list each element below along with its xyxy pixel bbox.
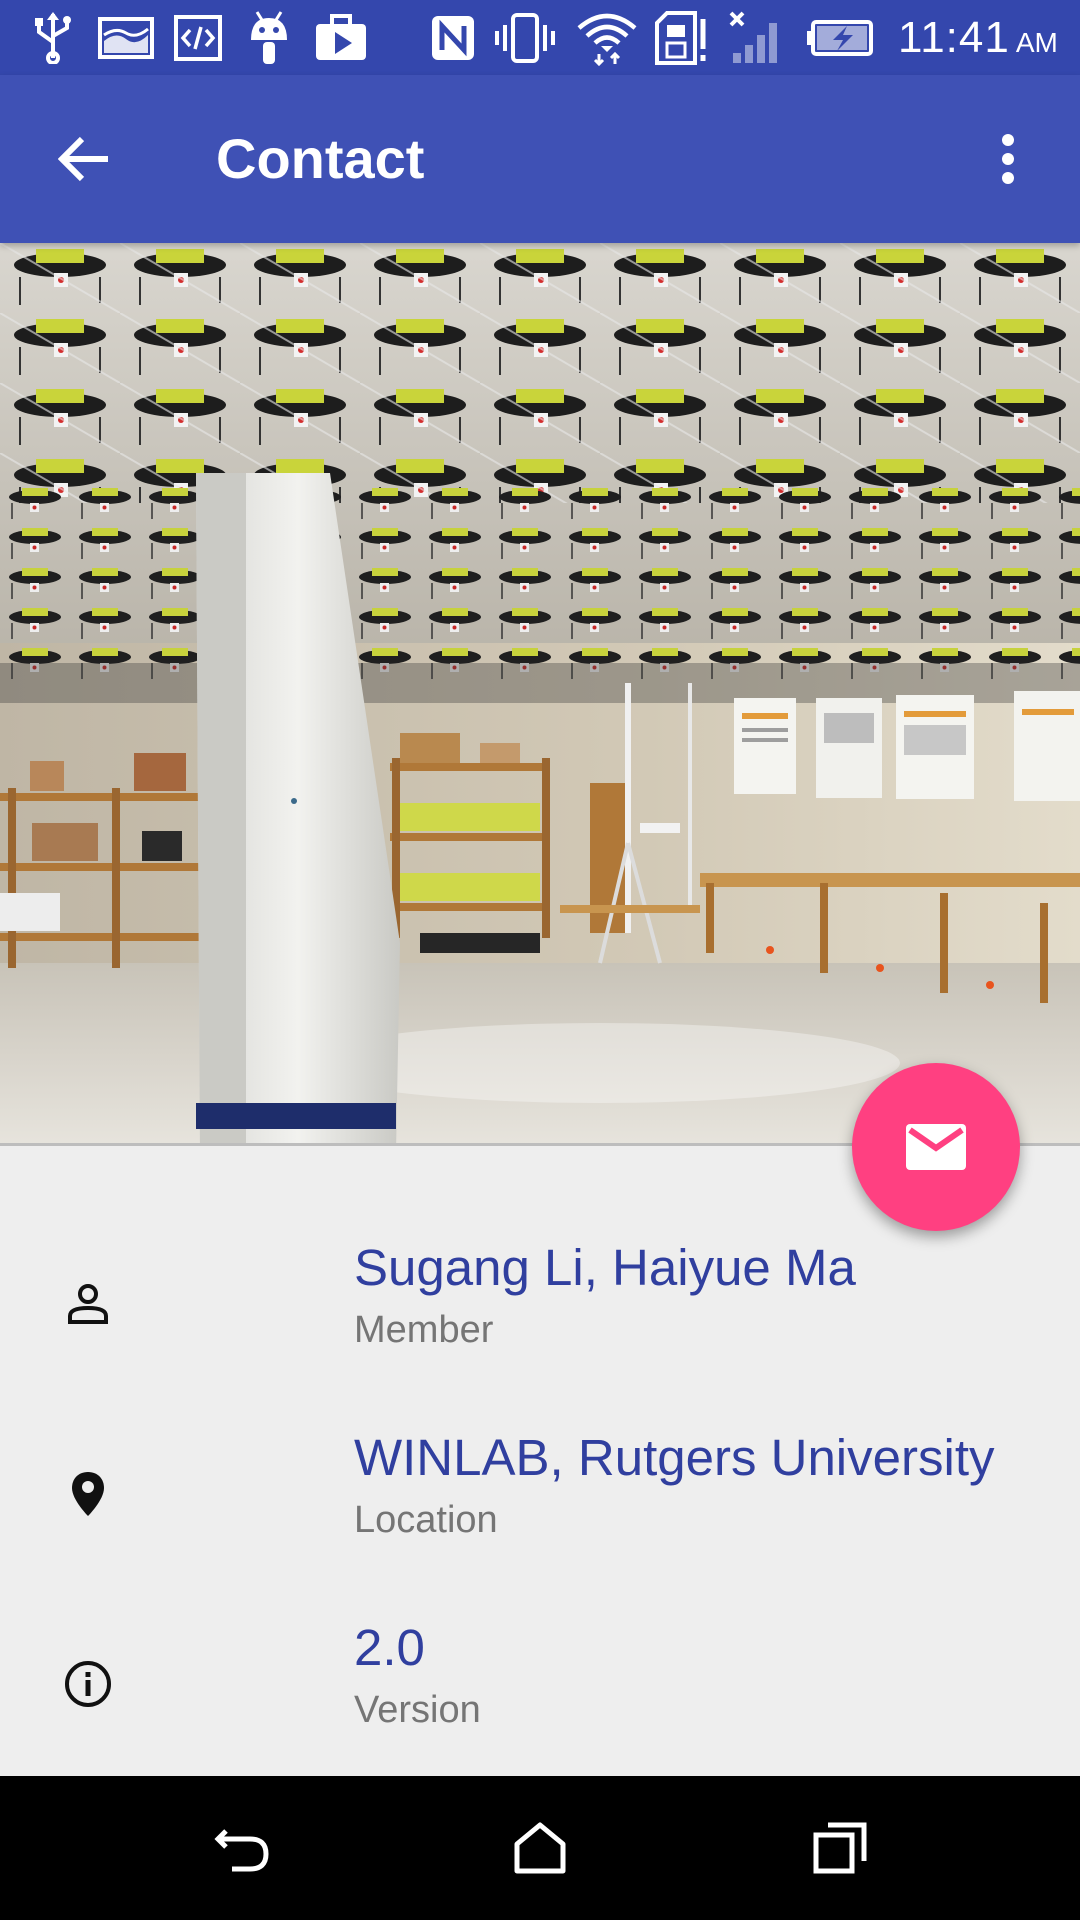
wifi-icon xyxy=(574,10,640,66)
image-icon xyxy=(96,10,156,66)
contact-info-list: Sugang Li, Haiyue Ma Member WINLAB, Rutg… xyxy=(0,1146,1080,1776)
member-value: Sugang Li, Haiyue Ma xyxy=(354,1239,856,1296)
version-label: Version xyxy=(354,1689,481,1731)
battery-charging-icon xyxy=(804,10,876,66)
back-nav-icon xyxy=(214,1829,269,1872)
overflow-menu-button[interactable] xyxy=(972,119,1044,199)
nav-recents-button[interactable] xyxy=(792,1808,888,1888)
clock-ampm: AM xyxy=(1015,27,1058,58)
page-title: Contact xyxy=(216,127,425,190)
email-fab-button[interactable] xyxy=(852,1063,1020,1231)
sd-card-alert-icon xyxy=(654,10,710,66)
contact-screen: 11:41 AM Contact Sugang Li, Haiyue Ma Me… xyxy=(0,0,1080,1920)
nfc-icon xyxy=(428,10,478,66)
usb-icon xyxy=(28,10,78,66)
vibrate-icon xyxy=(494,10,556,66)
no-signal-icon xyxy=(726,10,786,66)
arrow-back-icon xyxy=(58,136,108,182)
info-icon xyxy=(56,1652,120,1716)
location-pin-icon xyxy=(56,1462,120,1526)
member-row: Sugang Li, Haiyue Ma Member xyxy=(0,1236,1080,1416)
email-icon xyxy=(906,1124,966,1170)
nav-home-button[interactable] xyxy=(492,1808,588,1888)
android-icon xyxy=(244,10,294,66)
person-icon xyxy=(56,1272,120,1336)
system-nav-bar xyxy=(0,1776,1080,1920)
member-label: Member xyxy=(354,1309,494,1351)
home-nav-icon xyxy=(514,1822,566,1874)
lab-photo xyxy=(0,243,1080,1146)
back-button[interactable] xyxy=(40,119,128,199)
more-vert-icon xyxy=(1002,134,1014,184)
app-bar: Contact xyxy=(0,75,1080,243)
header-image xyxy=(0,243,1080,1146)
location-label: Location xyxy=(354,1499,498,1541)
version-value: 2.0 xyxy=(354,1619,425,1676)
briefcase-play-icon xyxy=(312,10,370,66)
status-clock: 11:41 AM xyxy=(898,8,1058,68)
clock-time: 11:41 xyxy=(898,13,1010,62)
recents-nav-icon xyxy=(813,1822,867,1874)
nav-back-button[interactable] xyxy=(194,1808,290,1888)
location-value: WINLAB, Rutgers University xyxy=(354,1429,995,1486)
code-icon xyxy=(172,10,224,66)
version-row: 2.0 Version xyxy=(0,1616,1080,1796)
location-row: WINLAB, Rutgers University Location xyxy=(0,1426,1080,1606)
status-bar: 11:41 AM xyxy=(0,0,1080,75)
